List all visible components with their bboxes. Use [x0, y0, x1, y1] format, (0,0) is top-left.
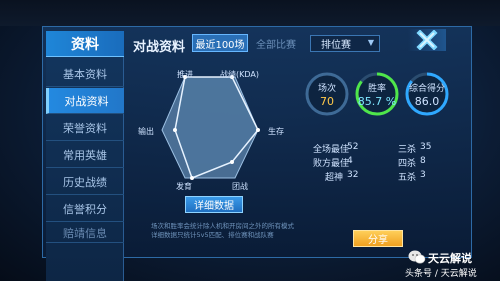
close-button[interactable] [408, 29, 446, 51]
score-value: 86.0 [414, 95, 440, 108]
notice-text: 场次和胜率会统计除人机和开房间之外的所有模式 详细数据只统计5v5匹配、排位赛和… [151, 222, 294, 239]
lose-mvp-label: 败方最佳 [313, 159, 350, 169]
radar-point [256, 128, 260, 132]
radar-label-output: 输出 [138, 127, 154, 136]
sidebar: 资料 基本资料 对战资料 荣誉资料 常用英雄 历史战绩 信誉积分 赔靖信息 [46, 31, 124, 281]
tab-all-matches[interactable]: 全部比赛 [250, 34, 302, 52]
detail-data-button[interactable]: 详细数据 [185, 196, 243, 213]
radar-value-shape [174, 76, 259, 179]
page-title: 对战资料 [133, 40, 186, 55]
chevron-down-icon: ▼ [367, 38, 374, 47]
mvp-label: 全场最佳 [313, 145, 350, 155]
winrate-value: 85.7 % [357, 95, 397, 108]
sidebar-item-basic-info[interactable]: 基本资料 [46, 61, 124, 87]
radar-label-growth: 发育 [176, 182, 192, 191]
winrate-label: 胜率 [367, 84, 386, 94]
matches-label: 场次 [317, 84, 336, 94]
sidebar-item-battle-data[interactable]: 对战资料 [46, 88, 124, 114]
quadra-kill-value: 8 [420, 156, 426, 166]
watermark-subtitle: 头条号 / 天云解说 [405, 269, 477, 279]
radar-point [190, 176, 194, 180]
mode-dropdown[interactable]: 排位赛 ▼ [310, 35, 380, 52]
watermark-title: 天云解说 [428, 252, 472, 265]
close-icon [416, 30, 438, 50]
mode-dropdown-value: 排位赛 [321, 40, 351, 51]
sidebar-item-history[interactable]: 历史战绩 [46, 169, 124, 195]
triple-kill-label: 三杀 [398, 145, 417, 155]
radar-label-kda: 战绩(KDA) [220, 70, 259, 79]
score-label: 综合得分 [408, 84, 445, 94]
sidebar-item-common-heroes[interactable]: 常用英雄 [46, 142, 124, 168]
quadra-kill-label: 四杀 [398, 159, 417, 169]
matches-value: 70 [320, 95, 334, 108]
mvp-value: 52 [347, 142, 359, 152]
radar-label-push: 推进 [177, 70, 193, 79]
triple-kill-value: 35 [420, 142, 432, 152]
top-bar [0, 0, 500, 26]
matches-ring [305, 72, 349, 116]
penta-kill-label: 五杀 [398, 173, 417, 183]
legendary-value: 32 [347, 170, 359, 180]
radar-label-teamfight: 团战 [232, 182, 248, 191]
sidebar-title: 资料 [46, 31, 124, 57]
share-button[interactable]: 分享 [353, 230, 403, 247]
wechat-logo-icon [408, 250, 426, 264]
penta-kill-value: 3 [420, 170, 426, 180]
legendary-label: 超神 [325, 173, 344, 183]
lose-mvp-value: 4 [347, 156, 353, 166]
radar-point [173, 128, 177, 132]
radar-label-survival: 生存 [268, 127, 284, 136]
tab-recent-100[interactable]: 最近100场 [192, 34, 248, 52]
sidebar-item-honor[interactable]: 荣誉资料 [46, 115, 124, 141]
radar-point [230, 160, 234, 164]
sidebar-item-extra[interactable]: 赔靖信息 [46, 223, 124, 243]
sidebar-item-credit[interactable]: 信誉积分 [46, 196, 124, 222]
